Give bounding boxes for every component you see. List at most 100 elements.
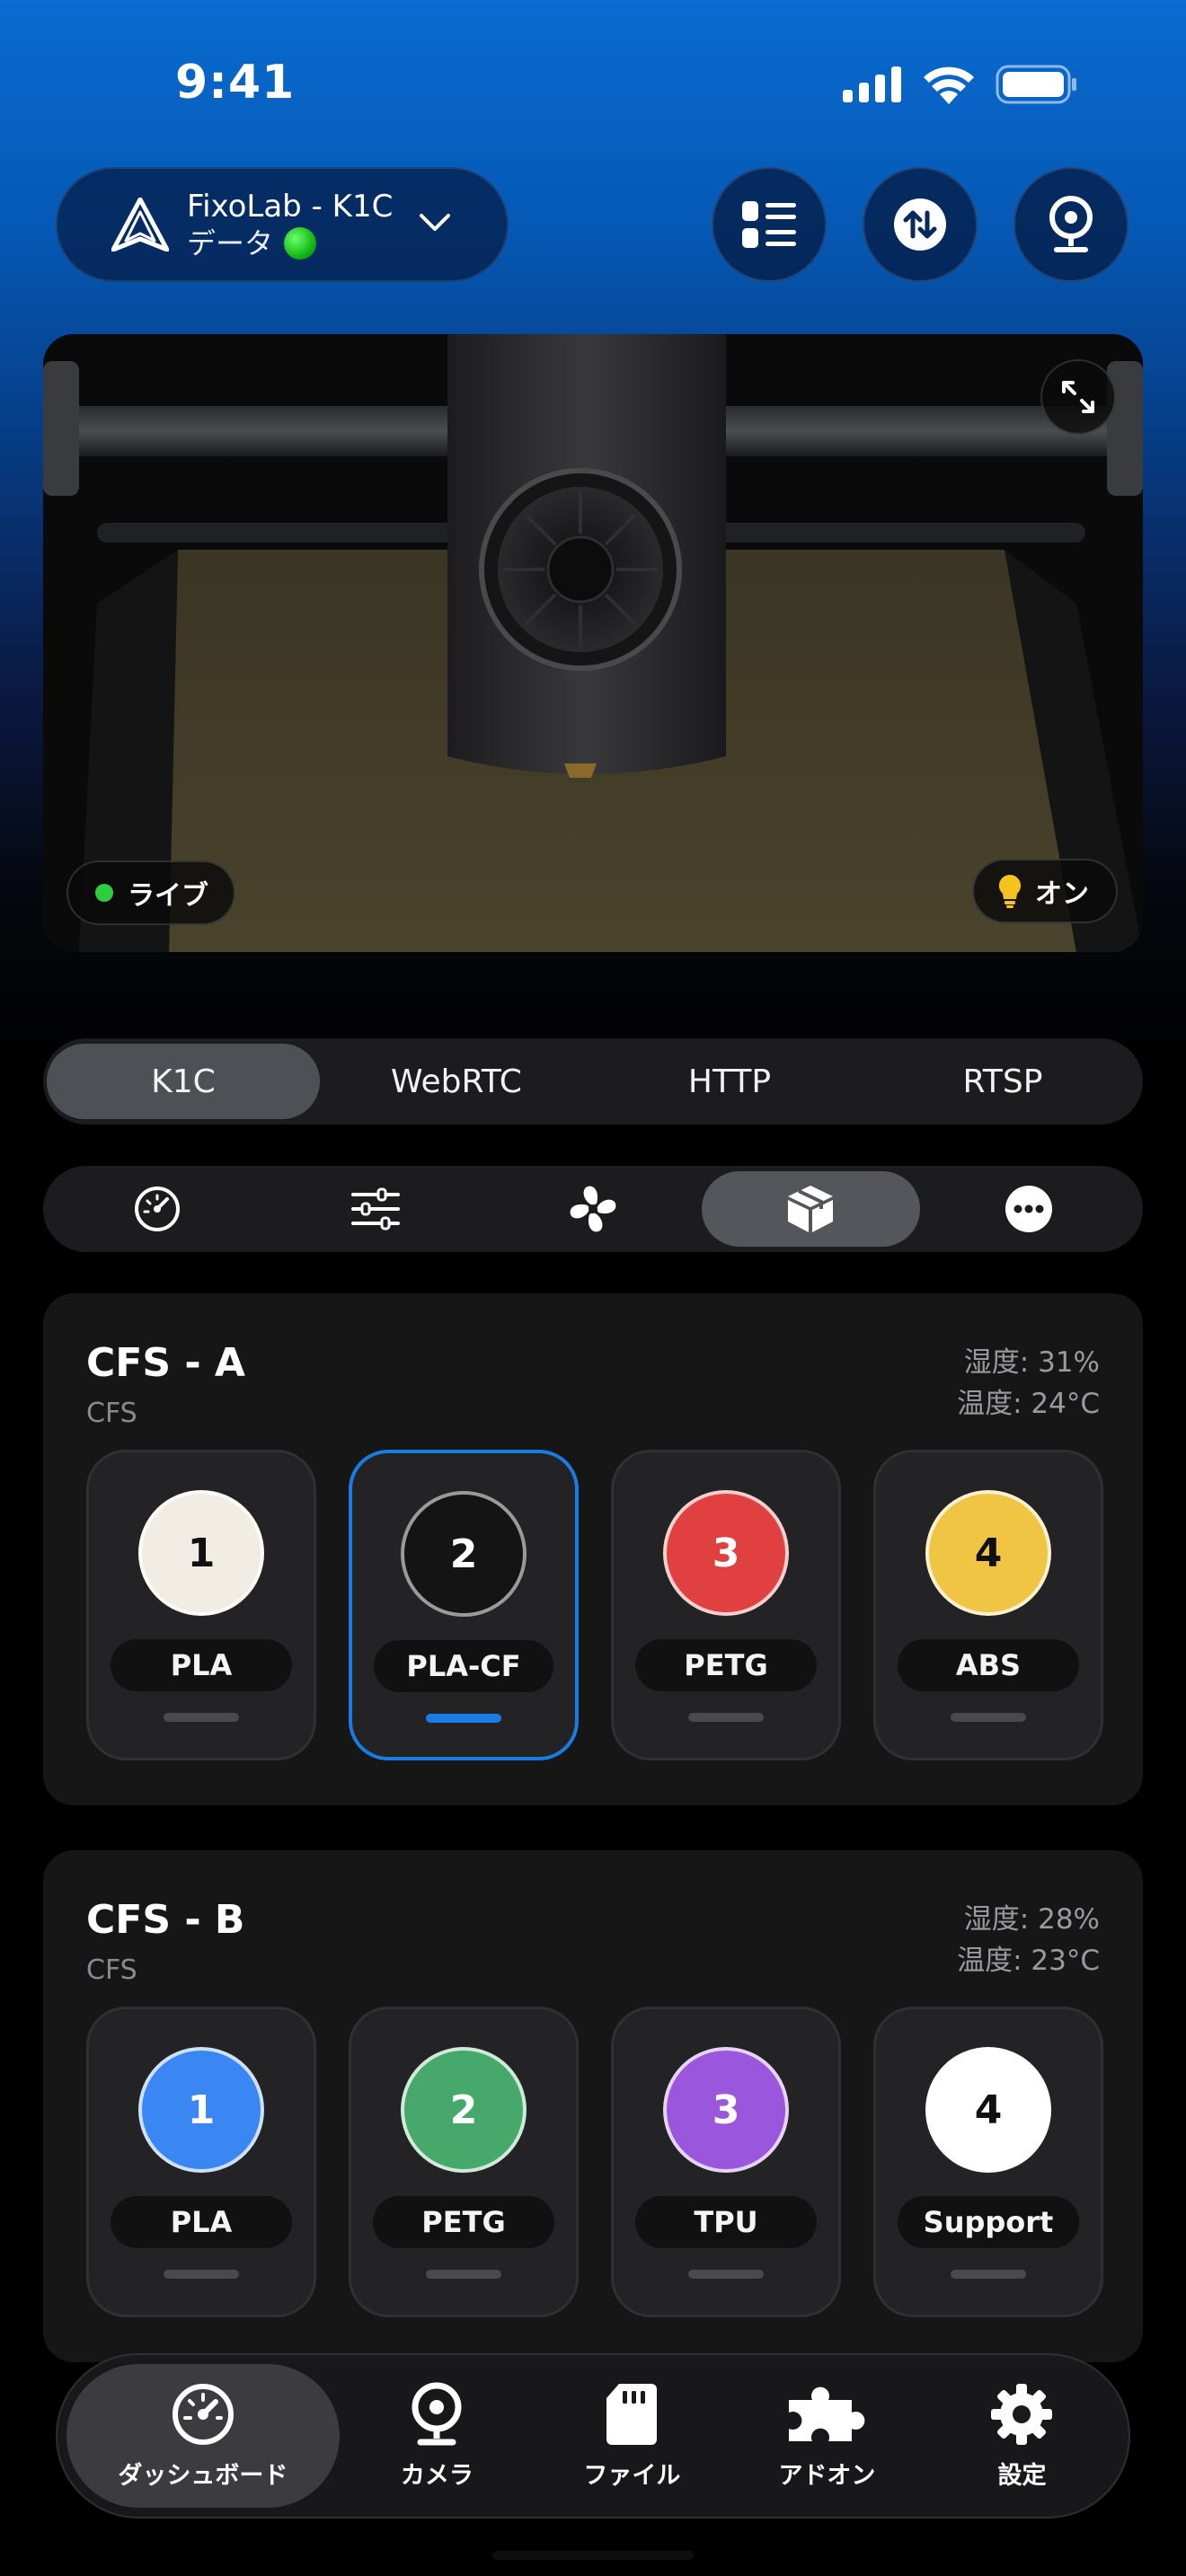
more-icon xyxy=(1005,1186,1052,1232)
cfs-unit-card: CFS - B CFS 湿度: 28% 温度: 23°C 1 PLA 2 PET… xyxy=(43,1850,1143,2362)
cfs-title: CFS - B xyxy=(86,1897,245,1943)
material-label: PETG xyxy=(373,2196,554,2248)
nav-settings[interactable]: 設定 xyxy=(925,2364,1120,2508)
tab-fans[interactable] xyxy=(484,1171,702,1247)
printer-selector[interactable]: FixoLab - K1C データ xyxy=(56,167,509,282)
filament-slot[interactable]: 4 ABS xyxy=(873,1450,1103,1760)
tab-adjustments[interactable] xyxy=(266,1171,483,1247)
camera-feed[interactable]: ライブ オン xyxy=(43,334,1143,952)
home-indicator xyxy=(492,2551,694,2560)
cfs-environment: 湿度: 31% 温度: 24°C xyxy=(957,1342,1100,1425)
camera-light-toggle[interactable]: オン xyxy=(972,859,1118,923)
material-label: PETG xyxy=(635,1639,817,1691)
spool-color-icon: 2 xyxy=(401,1491,527,1617)
tab-rtsp[interactable]: RTSP xyxy=(866,1044,1139,1119)
tab-k1c[interactable]: K1C xyxy=(47,1044,320,1119)
nav-label: アドオン xyxy=(778,2461,876,2490)
nav-label: 設定 xyxy=(997,2461,1047,2490)
temperature-reading: 温度: 24°C xyxy=(957,1388,1100,1420)
slot-indicator xyxy=(951,1713,1026,1722)
material-label: PLA xyxy=(111,1639,292,1691)
expand-icon xyxy=(1062,381,1094,413)
fan-icon xyxy=(570,1186,616,1232)
material-label: PLA xyxy=(111,2196,292,2248)
nav-label: カメラ xyxy=(400,2461,474,2490)
list-icon xyxy=(742,201,796,248)
tab-more[interactable] xyxy=(920,1171,1137,1247)
status-time: 9:41 xyxy=(175,56,296,110)
nav-dashboard[interactable]: ダッシュボード xyxy=(66,2364,340,2508)
box-icon xyxy=(788,1186,834,1232)
cfs-title: CFS - A xyxy=(86,1340,245,1386)
filament-slot[interactable]: 1 PLA xyxy=(86,2007,316,2317)
material-label: TPU xyxy=(635,2196,817,2248)
gear-icon xyxy=(991,2383,1053,2445)
list-view-button[interactable] xyxy=(712,167,827,282)
filament-slot[interactable]: 3 PETG xyxy=(611,1450,841,1760)
cfs-subtitle: CFS xyxy=(86,1398,137,1429)
camera-icon xyxy=(412,2382,462,2445)
fullscreen-button[interactable] xyxy=(1040,359,1116,435)
sd-card-icon xyxy=(606,2383,658,2445)
nav-label: ダッシュボード xyxy=(118,2461,288,2490)
stream-source-selector: K1C WebRTC HTTP RTSP xyxy=(43,1038,1143,1125)
live-label: ライブ xyxy=(128,880,208,912)
slot-indicator xyxy=(426,2270,501,2279)
printer-camera-image xyxy=(43,334,1143,952)
wifi-icon xyxy=(924,66,974,104)
slot-indicator xyxy=(164,2270,239,2279)
humidity-reading: 湿度: 28% xyxy=(963,1903,1100,1936)
webcam-icon xyxy=(1049,196,1093,252)
bottom-tab-bar: ダッシュボード カメラ ファイル アドオン 設定 xyxy=(56,2353,1130,2519)
filament-slot-selected[interactable]: 2 PLA-CF xyxy=(349,1450,579,1760)
cfs-subtitle: CFS xyxy=(86,1954,137,1986)
material-label: Support xyxy=(898,2196,1079,2248)
filament-slot[interactable]: 3 TPU xyxy=(611,2007,841,2317)
filament-slots: 1 PLA 2 PETG 3 TPU 4 Support xyxy=(86,2007,1103,2317)
cellular-signal-icon xyxy=(843,66,901,102)
slot-indicator xyxy=(688,1713,764,1722)
tab-dashboard-gauge[interactable] xyxy=(49,1171,266,1247)
tab-webrtc[interactable]: WebRTC xyxy=(320,1044,593,1119)
nav-camera[interactable]: カメラ xyxy=(340,2364,535,2508)
puzzle-icon xyxy=(789,2386,865,2441)
live-indicator: ライブ xyxy=(66,860,235,925)
light-bulb-icon xyxy=(998,874,1022,908)
spool-color-icon: 4 xyxy=(925,1490,1051,1616)
tab-http[interactable]: HTTP xyxy=(593,1044,866,1119)
cfs-unit-card: CFS - A CFS 湿度: 31% 温度: 24°C 1 PLA 2 PLA… xyxy=(43,1293,1143,1805)
spool-color-icon: 3 xyxy=(663,2047,789,2173)
printer-status-label: データ xyxy=(187,226,274,260)
printer-name: FixoLab - K1C xyxy=(187,189,394,225)
status-icons xyxy=(843,65,1078,104)
filament-slot[interactable]: 2 PETG xyxy=(349,2007,579,2317)
filament-slot[interactable]: 4 Support xyxy=(873,2007,1103,2317)
slot-indicator xyxy=(164,1713,239,1722)
gauge-icon xyxy=(135,1187,181,1231)
filament-slot[interactable]: 1 PLA xyxy=(86,1450,316,1760)
section-tabs xyxy=(43,1166,1143,1252)
webcam-button[interactable] xyxy=(1013,167,1128,282)
transfer-icon xyxy=(894,198,946,251)
tab-filament-box[interactable] xyxy=(702,1171,920,1247)
temperature-reading: 温度: 23°C xyxy=(957,1945,1100,1977)
slot-indicator xyxy=(951,2270,1026,2279)
spool-color-icon: 3 xyxy=(663,1490,789,1616)
live-dot-icon xyxy=(95,884,113,902)
nav-files[interactable]: ファイル xyxy=(535,2364,730,2508)
nav-addons[interactable]: アドオン xyxy=(730,2364,925,2508)
material-label: ABS xyxy=(898,1639,1079,1691)
spool-color-icon: 2 xyxy=(401,2047,527,2173)
slot-indicator xyxy=(426,1714,501,1723)
spool-color-icon: 1 xyxy=(138,2047,264,2173)
transfer-button[interactable] xyxy=(863,167,978,282)
online-status-icon xyxy=(284,227,317,260)
nav-label: ファイル xyxy=(583,2461,681,2490)
sliders-icon xyxy=(350,1187,400,1231)
light-state-label: オン xyxy=(1035,878,1089,910)
cfs-environment: 湿度: 28% 温度: 23°C xyxy=(957,1899,1100,1981)
dashboard-icon xyxy=(172,2383,234,2445)
battery-icon xyxy=(996,65,1076,104)
chevron-down-icon xyxy=(420,214,450,231)
humidity-reading: 湿度: 31% xyxy=(963,1346,1100,1379)
